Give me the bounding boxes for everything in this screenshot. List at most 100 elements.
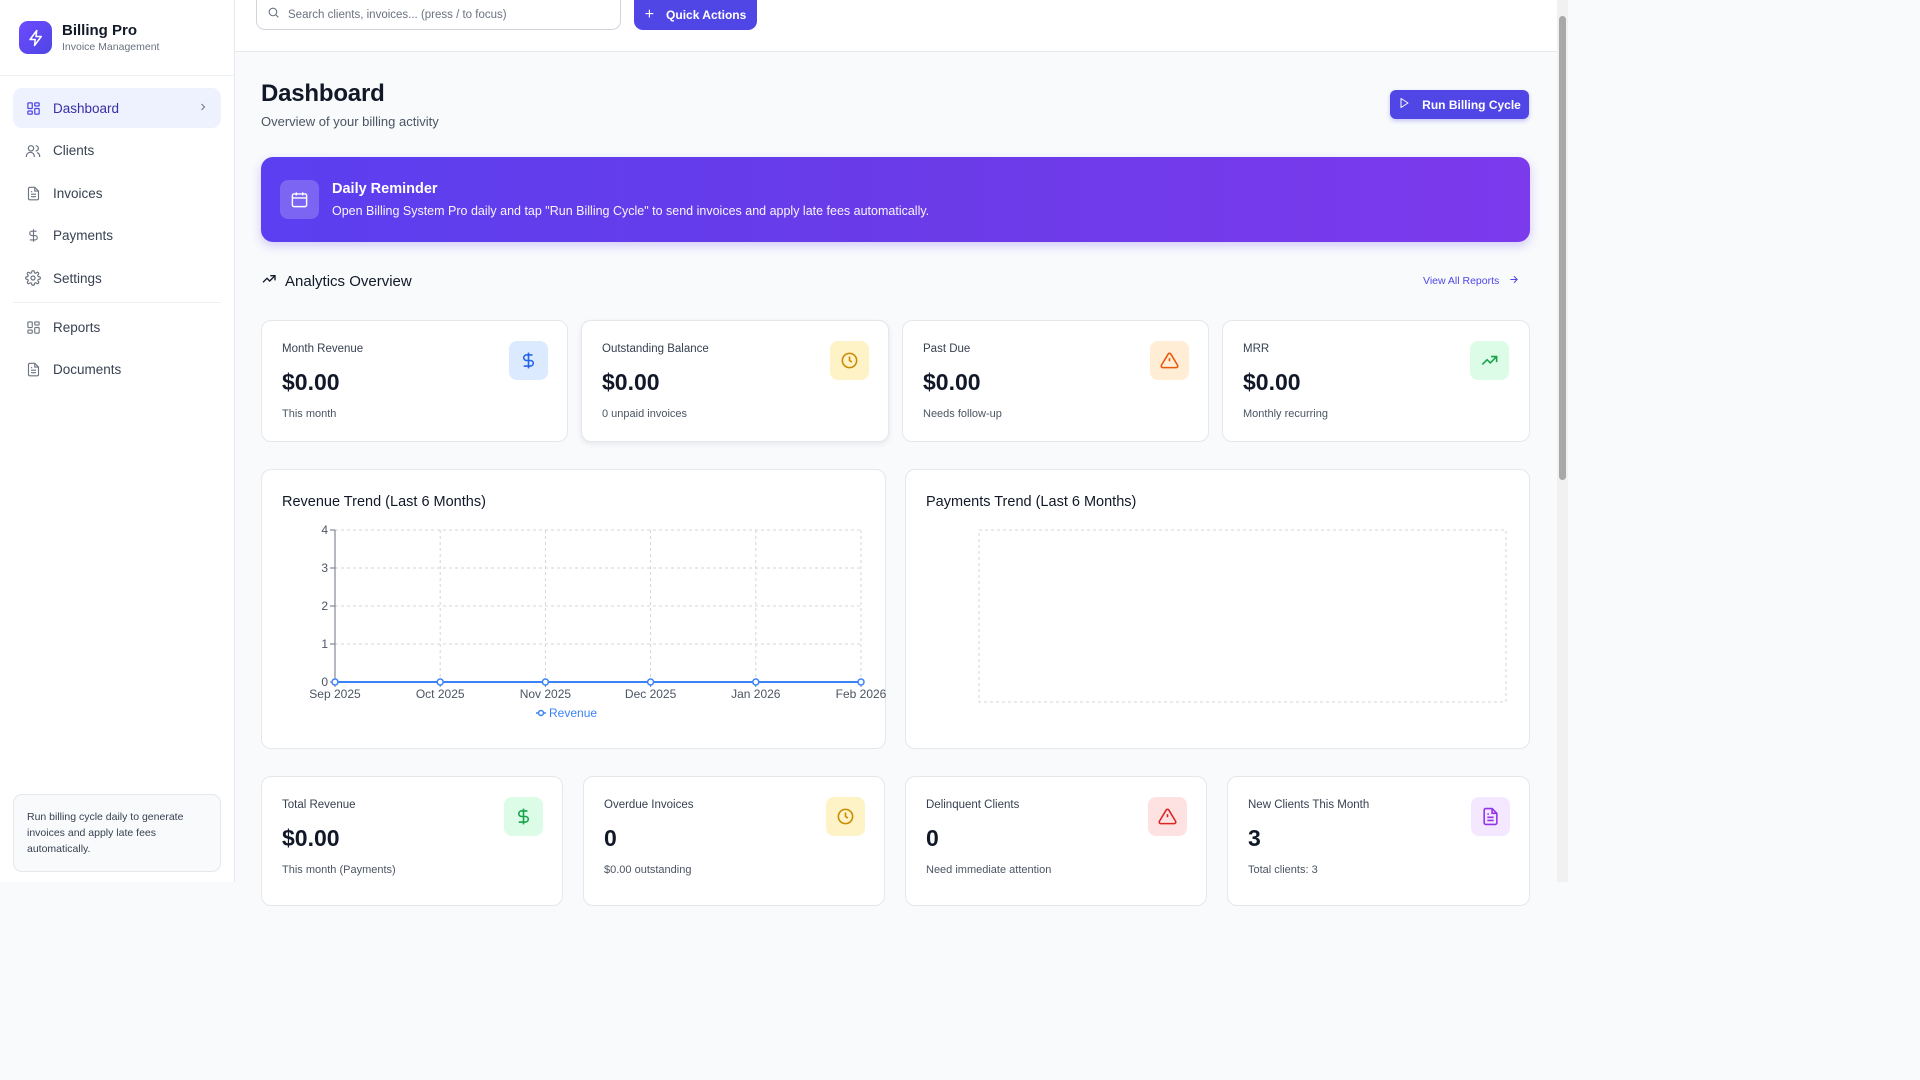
grid-icon — [25, 319, 41, 335]
reminder-text: Open Billing System Pro daily and tap "R… — [332, 204, 930, 218]
sidebar-item-label: Payments — [53, 228, 114, 243]
y-tick-label: 1 — [321, 637, 328, 651]
sidebar-item-clients[interactable]: Clients — [13, 131, 221, 171]
sidebar-item-label: Invoices — [53, 185, 103, 201]
file-icon — [25, 185, 41, 201]
kpi-card-new-clients[interactable]: New Clients This Month 3 Total clients: … — [1227, 776, 1530, 906]
kpi-card-past-due[interactable]: Past Due $0.00 Needs follow-up — [902, 320, 1209, 442]
kpi-label: Overdue Invoices — [604, 799, 694, 811]
legend-marker — [537, 709, 545, 717]
payments-trend-chart — [978, 529, 1507, 703]
reminder-title: Daily Reminder — [332, 181, 438, 197]
data-point — [541, 678, 550, 686]
search-icon — [267, 6, 280, 24]
kpi-value: 0 — [926, 825, 939, 851]
sidebar-item-reports[interactable]: Reports — [13, 307, 221, 347]
kpi-label: Past Due — [923, 343, 971, 355]
kpi-label: Outstanding Balance — [602, 343, 709, 355]
revenue-trend-chart: 01234Sep 2025 Oct 2025 Nov 2025 Dec 2025 Jan… — [309, 523, 887, 720]
alert-icon — [1148, 797, 1187, 836]
page-title: Dashboard — [261, 80, 385, 107]
sidebar: Billing Pro Invoice Management Dashboard… — [0, 0, 235, 882]
y-tick-label: 2 — [321, 599, 328, 613]
dollar-icon — [25, 228, 41, 244]
sidebar-item-label: Reports — [53, 319, 101, 335]
sidebar-item-label: Clients — [53, 143, 95, 158]
trend-icon — [261, 271, 277, 291]
play-icon — [1398, 97, 1410, 112]
x-tick-label: Dec 2025 — [625, 687, 677, 701]
data-point — [646, 678, 655, 686]
search-input[interactable] — [288, 8, 608, 21]
x-tick-label: Feb 2026 — [836, 687, 887, 701]
view-all-label: View All Reports — [1423, 275, 1500, 287]
kpi-card-overdue-invoices[interactable]: Overdue Invoices 0 $0.00 outstanding — [583, 776, 885, 906]
x-tick-label: Jan 2026 — [731, 687, 781, 701]
kpi-note: Total clients: 3 — [1248, 864, 1318, 876]
analytics-heading: Analytics Overview — [261, 271, 412, 291]
arrow-right-icon — [1508, 274, 1519, 288]
data-point — [752, 678, 760, 686]
kpi-card-delinquent-clients[interactable]: Delinquent Clients 0 Need immediate atte… — [905, 776, 1207, 906]
data-point — [436, 678, 444, 686]
sidebar-item-payments[interactable]: Payments — [13, 216, 221, 256]
plus-icon: + — [644, 6, 655, 23]
kpi-value: $0.00 — [1243, 369, 1301, 395]
kpi-value: $0.00 — [282, 825, 340, 851]
x-tick-label: Sep 2025 — [309, 687, 361, 701]
brand[interactable]: Billing Pro Invoice Management — [0, 0, 234, 76]
x-tick-label: Nov 2025 — [520, 687, 572, 701]
y-tick-label: 4 — [321, 523, 328, 537]
kpi-note: This month — [282, 408, 337, 420]
scrollbar-thumb[interactable] — [1559, 16, 1566, 480]
page-subtitle: Overview of your billing activity — [261, 114, 439, 129]
quick-actions-button[interactable]: + Quick Actions — [634, 0, 757, 30]
file-icon — [1471, 797, 1510, 836]
kpi-note: Need immediate attention — [926, 864, 1052, 876]
payments-plot-area — [978, 529, 1507, 703]
sidebar-nav: Dashboard Clients Invoices Payments Sett… — [0, 76, 234, 390]
trend-icon — [1470, 341, 1509, 380]
data-point — [857, 678, 865, 686]
run-billing-cycle-button[interactable]: Run Billing Cycle — [1390, 90, 1529, 119]
kpi-label: Total Revenue — [282, 799, 356, 811]
analytics-title: Analytics Overview — [285, 272, 412, 290]
users-icon — [25, 143, 41, 159]
sidebar-item-label: Settings — [53, 270, 102, 286]
kpi-value: 3 — [1248, 825, 1261, 851]
kpi-note: This month (Payments) — [282, 864, 396, 876]
legend-label: Revenue — [549, 706, 597, 720]
daily-reminder-banner: Daily Reminder Open Billing System Pro d… — [261, 157, 1530, 242]
kpi-card-total-revenue[interactable]: Total Revenue $0.00 This month (Payments… — [261, 776, 563, 906]
kpi-card-outstanding-balance[interactable]: Outstanding Balance $0.00 0 unpaid invoi… — [581, 320, 889, 442]
sidebar-item-dashboard[interactable]: Dashboard — [13, 88, 221, 128]
kpi-card-mrr[interactable]: MRR $0.00 Monthly recurring — [1222, 320, 1530, 442]
kpi-card-month-revenue[interactable]: Month Revenue $0.00 This month — [261, 320, 568, 442]
sidebar-item-documents[interactable]: Documents — [13, 350, 221, 390]
chevron-right-icon — [197, 101, 209, 116]
kpi-label: Month Revenue — [282, 343, 364, 355]
data-point — [331, 678, 339, 686]
clock-icon — [826, 797, 865, 836]
kpi-label: MRR — [1243, 343, 1270, 355]
grid-icon — [25, 100, 41, 116]
kpi-value: $0.00 — [923, 369, 981, 395]
brand-title: Billing Pro — [62, 22, 137, 39]
payments-trend-panel: Payments Trend (Last 6 Months) — [905, 469, 1530, 749]
kpi-label: Delinquent Clients — [926, 799, 1020, 811]
kpi-value: $0.00 — [282, 369, 340, 395]
gear-icon — [25, 270, 41, 286]
view-all-reports-link[interactable]: View All Reports — [1423, 274, 1519, 288]
kpi-note: Needs follow-up — [923, 408, 1002, 420]
sidebar-item-invoices[interactable]: Invoices — [13, 173, 221, 213]
sidebar-tip: Run billing cycle daily to generate invo… — [13, 794, 221, 872]
kpi-value: 0 — [604, 825, 617, 851]
search-box[interactable] — [256, 0, 621, 30]
y-tick-label: 3 — [321, 561, 328, 575]
file-icon — [25, 362, 41, 378]
kpi-note: Monthly recurring — [1243, 408, 1328, 420]
sidebar-item-settings[interactable]: Settings — [13, 258, 221, 298]
alert-icon — [1150, 341, 1189, 380]
kpi-note: 0 unpaid invoices — [602, 408, 688, 420]
sidebar-item-label: Dashboard — [53, 100, 120, 116]
